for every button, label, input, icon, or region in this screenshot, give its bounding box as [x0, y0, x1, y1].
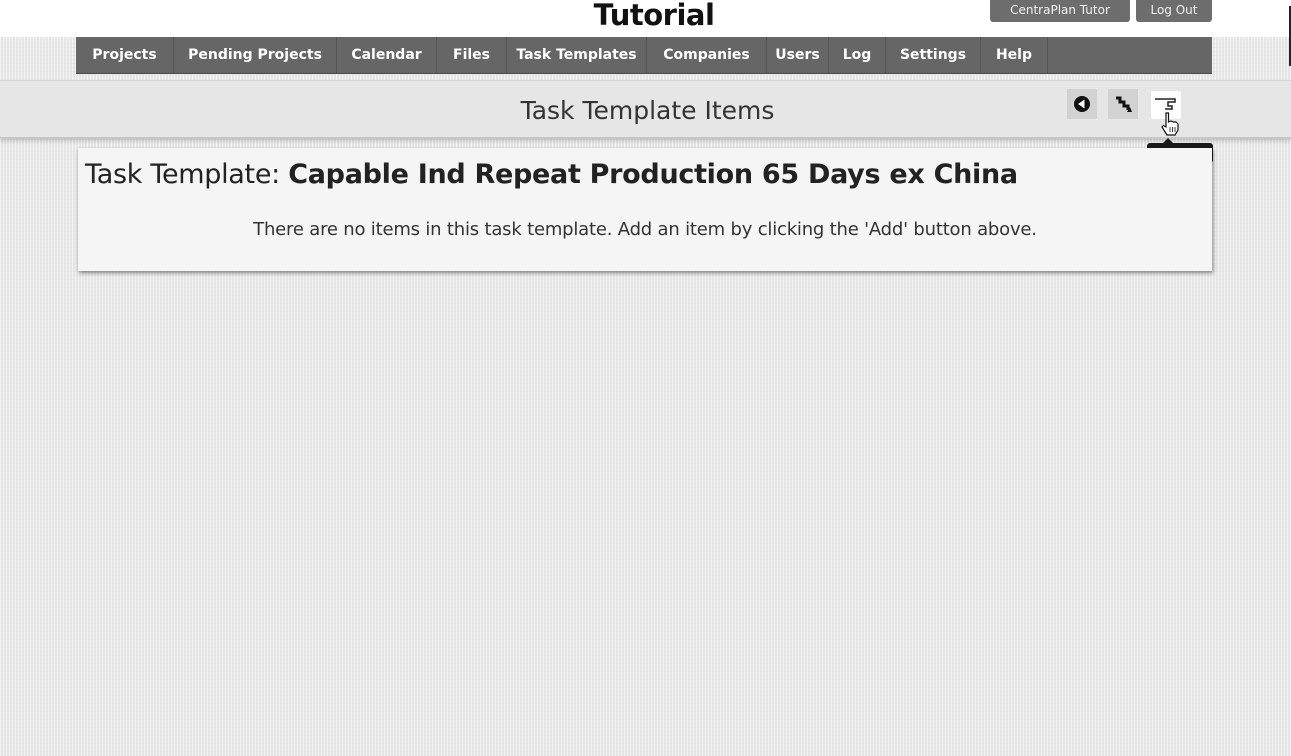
empty-state-message: There are no items in this task template… [253, 219, 1037, 240]
nav-item-users[interactable]: Users [767, 37, 829, 73]
nav-item-files[interactable]: Files [437, 37, 507, 73]
back-arrow-icon[interactable] [1067, 89, 1097, 119]
user-button[interactable]: CentraPlan Tutor [990, 0, 1130, 22]
nav-item-pending-projects[interactable]: Pending Projects [174, 37, 337, 73]
expand-icon[interactable] [1108, 89, 1138, 119]
page-title: Task Template Items [520, 96, 775, 125]
pointer-cursor-icon [1159, 111, 1181, 137]
nav-item-task-templates[interactable]: Task Templates [507, 37, 647, 73]
nav-item-calendar[interactable]: Calendar [337, 37, 437, 73]
page-header-bar: Task Template Items [0, 80, 1291, 138]
nav-item-projects[interactable]: Projects [76, 37, 174, 73]
nav-item-log[interactable]: Log [829, 37, 886, 73]
task-template-panel: Task Template: Capable Ind Repeat Produc… [78, 148, 1212, 271]
panel-title: Task Template: Capable Ind Repeat Produc… [85, 159, 1018, 190]
logout-button[interactable]: Log Out [1136, 0, 1212, 22]
nav-item-settings[interactable]: Settings [886, 37, 981, 73]
nav-item-companies[interactable]: Companies [647, 37, 767, 73]
main-nav: Projects Pending Projects Calendar Files… [76, 37, 1212, 74]
template-name: Capable Ind Repeat Production 65 Days ex… [288, 159, 1018, 190]
nav-item-help[interactable]: Help [981, 37, 1048, 73]
top-header: Tutorial CentraPlan Tutor Log Out [0, 0, 1291, 37]
panel-title-label: Task Template: [85, 159, 289, 190]
